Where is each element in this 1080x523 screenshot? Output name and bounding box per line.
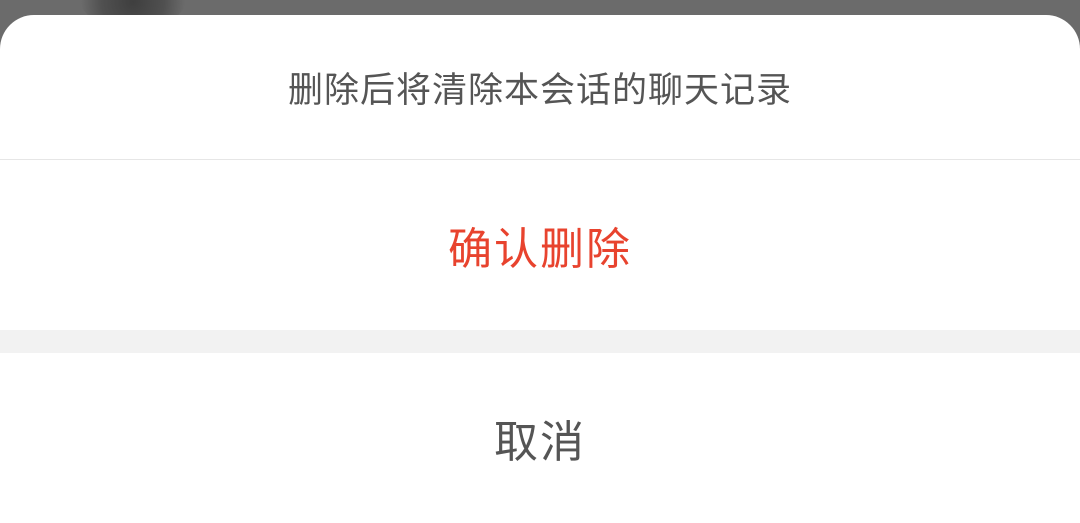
confirm-delete-button[interactable]: 确认删除 xyxy=(0,160,1080,330)
action-sheet-message: 删除后将清除本会话的聊天记录 xyxy=(0,15,1080,160)
cancel-button[interactable]: 取消 xyxy=(0,353,1080,523)
delete-action-sheet: 删除后将清除本会话的聊天记录 确认删除 取消 xyxy=(0,15,1080,523)
screen: 删除后将清除本会话的聊天记录 确认删除 取消 xyxy=(0,0,1080,523)
confirm-delete-label: 确认删除 xyxy=(448,224,632,275)
section-divider xyxy=(0,330,1080,353)
cancel-label: 取消 xyxy=(494,417,586,468)
action-sheet-message-text: 删除后将清除本会话的聊天记录 xyxy=(287,70,792,111)
